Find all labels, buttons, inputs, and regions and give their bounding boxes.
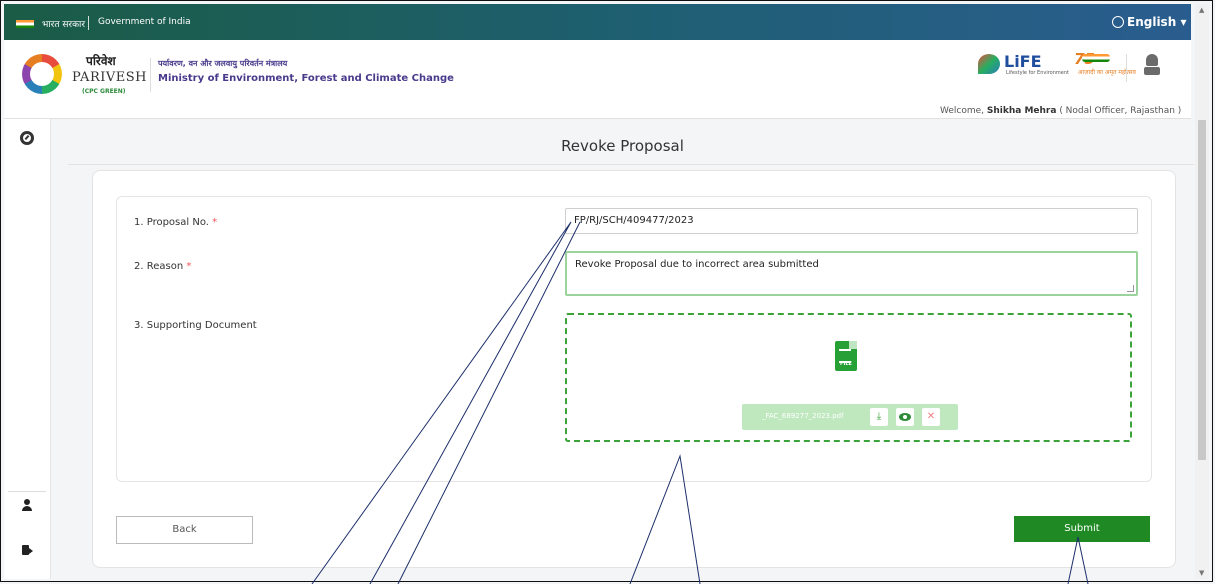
sidebar-divider	[8, 491, 46, 492]
chevron-down-icon: ▾	[1180, 15, 1187, 29]
india-flag-icon	[16, 20, 34, 28]
language-selector[interactable]: English ▾	[1112, 15, 1186, 29]
brand-sub: (CPC GREEN)	[82, 88, 126, 95]
page-title: Revoke Proposal	[561, 137, 684, 155]
proposal-no-input[interactable]: FP/RJ/SCH/409477/2023	[565, 208, 1138, 234]
supporting-document-label: 3. Supporting Document	[134, 320, 257, 331]
gov-hindi-label: भारत सरकार	[42, 20, 86, 30]
reason-text: Revoke Proposal due to incorrect area su…	[575, 259, 819, 270]
reason-textarea[interactable]: Revoke Proposal due to incorrect area su…	[565, 251, 1138, 296]
user-name: Shikha Mehra	[986, 106, 1057, 116]
scroll-thumb[interactable]	[1198, 120, 1206, 460]
user-role: ( Nodal Officer, Rajasthan )	[1056, 106, 1182, 116]
scroll-up-icon[interactable]: ▲	[1199, 6, 1204, 14]
user-icon[interactable]	[20, 499, 34, 513]
reason-label: 2. Reason *	[134, 261, 192, 272]
back-button[interactable]: Back	[116, 516, 253, 544]
header-divider	[1126, 54, 1127, 82]
uploaded-file-name: _FAC_689277_2023.pdf	[762, 412, 844, 420]
azadi-logo-flag	[1082, 54, 1110, 62]
azadi-logo-text: आज़ादी का अमृत महोत्सव	[1078, 69, 1136, 76]
ministry-hindi: पर्यावरण, वन और जलवायु परिवर्तन मंत्रालय	[158, 59, 288, 68]
gov-bar: भारत सरकार Government of India English ▾	[4, 4, 1191, 40]
ministry-divider	[150, 58, 151, 92]
life-logo-icon	[978, 54, 1000, 74]
scroll-down-icon[interactable]: ▼	[1199, 569, 1204, 577]
close-icon[interactable]: ✕	[922, 408, 940, 426]
parivesh-logo[interactable]	[22, 54, 62, 94]
sidebar	[4, 119, 51, 579]
national-emblem-icon	[1144, 54, 1160, 80]
file-dropzone[interactable]: FILE _FAC_689277_2023.pdf ⤓ ✕	[565, 313, 1132, 442]
language-label: English	[1127, 15, 1177, 29]
life-logo-text: LiFE	[1004, 52, 1042, 71]
eye-icon[interactable]	[896, 408, 914, 426]
ministry-english: Ministry of Environment, Forest and Clim…	[158, 73, 454, 84]
gov-english-label: Government of India	[98, 17, 191, 27]
page-scrollbar[interactable]: ▲ ▼	[1195, 4, 1209, 579]
life-logo-sub: Lifestyle for Environment	[1006, 70, 1069, 76]
required-mark: *	[212, 217, 218, 228]
title-divider	[68, 164, 1194, 165]
resize-handle[interactable]	[1127, 285, 1134, 292]
logout-icon[interactable]	[20, 543, 34, 557]
file-tag: FILE	[840, 361, 852, 367]
brand-hindi: परिवेश	[86, 54, 116, 68]
site-header: परिवेश PARIVESH (CPC GREEN) पर्यावरण, वन…	[4, 40, 1191, 119]
proposal-no-label: 1. Proposal No. *	[134, 217, 218, 228]
file-icon: FILE	[835, 341, 861, 373]
globe-icon	[1112, 16, 1124, 28]
welcome-text: Welcome, Shikha Mehra ( Nodal Officer, R…	[940, 106, 1182, 116]
brand-english: PARIVESH	[72, 70, 147, 85]
uploaded-file-chip: _FAC_689277_2023.pdf ⤓ ✕	[742, 404, 958, 430]
required-mark: *	[186, 261, 192, 272]
download-icon[interactable]: ⤓	[870, 408, 888, 426]
gov-divider	[88, 16, 89, 30]
submit-button[interactable]: Submit	[1014, 516, 1150, 542]
